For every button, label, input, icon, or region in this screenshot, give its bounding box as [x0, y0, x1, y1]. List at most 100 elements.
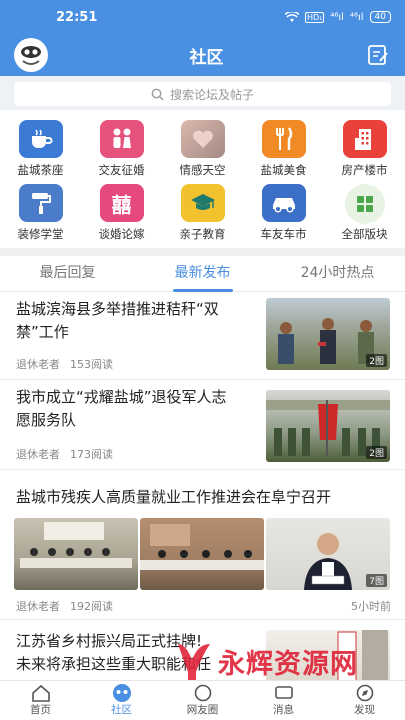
category-label: 全部版块	[341, 227, 388, 241]
post-title-line: 愿服务队	[16, 411, 77, 429]
message-icon	[273, 684, 295, 702]
post-reads: 173阅读	[70, 448, 113, 461]
post-item[interactable]: 盐城市残疾人高质量就业工作推进会在阜宁召开 7图 退休老者 192阅读 5小时前	[0, 472, 405, 620]
nav-messages[interactable]: 消息	[243, 681, 324, 720]
status-icons: HD₁ ⁴⁶ıl ⁴⁶ıl 40	[285, 11, 391, 23]
nav-friends-circle[interactable]: 网友圈	[162, 681, 243, 720]
category-food[interactable]: 盐城美食	[243, 114, 324, 178]
grid-icon	[344, 184, 385, 224]
nav-home[interactable]: 首页	[0, 681, 81, 720]
paint-roller-icon	[18, 184, 63, 222]
category-label: 房产楼市	[341, 163, 388, 177]
wifi-icon	[285, 11, 299, 22]
home-icon	[30, 684, 52, 702]
section-divider	[0, 248, 405, 256]
tab-24h-hot[interactable]: 24小时热点	[270, 256, 405, 291]
post-author: 退休老者	[16, 600, 60, 613]
graduation-cap-icon	[180, 184, 225, 222]
compose-button[interactable]	[365, 42, 391, 68]
double-happiness-icon: 囍	[99, 184, 144, 222]
friends-circle-icon	[192, 684, 214, 702]
post-title-line: 盐城滨海县多举措推进秸秆“双	[16, 300, 219, 318]
category-education[interactable]: 亲子教育	[162, 178, 243, 242]
post-reads: 153阅读	[70, 358, 113, 371]
category-label: 装修学堂	[17, 227, 64, 241]
title-bar: 社区	[0, 34, 405, 76]
search-input[interactable]: 搜索论坛及帖子	[14, 82, 391, 106]
teacup-icon	[18, 120, 63, 158]
nav-label: 社区	[111, 704, 132, 716]
post-title-line: 江苏省乡村振兴局正式挂牌!	[16, 632, 203, 650]
battery-icon: 40	[369, 11, 391, 23]
post-title-line: 未来将承担这些重大职能和任	[16, 655, 212, 673]
car-icon	[261, 184, 306, 222]
post-thumbnail	[140, 518, 264, 590]
post-thumbnail: 2图	[266, 390, 390, 462]
user-avatar-icon	[21, 46, 41, 65]
post-item[interactable]: 江苏省乡村振兴局正式挂牌! 未来将承担这些重大职能和任	[0, 622, 405, 688]
post-title: 盐城滨海县多举措推进秸秆“双 禁”工作	[16, 298, 256, 344]
status-time: 22:51	[56, 9, 98, 25]
category-label: 盐城茶座	[17, 163, 64, 177]
avatar[interactable]	[14, 38, 48, 72]
post-thumbnail: 7图	[266, 518, 390, 590]
tab-latest[interactable]: 最新发布	[135, 256, 270, 292]
feed-tabs: 最后回复 最新发布 24小时热点	[0, 256, 405, 292]
category-label: 交友征婚	[98, 163, 145, 177]
community-icon	[111, 684, 133, 702]
post-title: 盐城市残疾人高质量就业工作推进会在阜宁召开	[16, 488, 332, 506]
post-item[interactable]: 盐城滨海县多举措推进秸秆“双 禁”工作 退休老者 153阅读 2图	[0, 294, 405, 380]
post-title: 我市成立“戎耀盐城”退役军人志 愿服务队	[16, 386, 256, 432]
category-dating[interactable]: 交友征婚	[81, 114, 162, 178]
post-item[interactable]: 我市成立“戎耀盐城”退役军人志 愿服务队 退休老者 173阅读 2图	[0, 382, 405, 470]
category-cars[interactable]: 车友车市	[243, 178, 324, 242]
category-wedding[interactable]: 囍 谈婚论嫁	[81, 178, 162, 242]
post-author: 退休老者	[16, 448, 60, 461]
category-tea[interactable]: 盐城茶座	[0, 114, 81, 178]
post-title: 江苏省乡村振兴局正式挂牌! 未来将承担这些重大职能和任	[16, 630, 261, 676]
category-decoration[interactable]: 装修学堂	[0, 178, 81, 242]
post-meta: 退休老者 173阅读	[16, 446, 113, 462]
nav-label: 网友圈	[186, 704, 219, 716]
category-grid: 盐城茶座 交友征婚 情感天空 盐城美食 房产楼市 装修学堂 囍 谈婚论嫁 亲子教…	[0, 114, 405, 242]
category-all[interactable]: 全部版块	[324, 178, 405, 242]
category-emotion[interactable]: 情感天空	[162, 114, 243, 178]
page-title: 社区	[189, 47, 224, 68]
tab-last-reply[interactable]: 最后回复	[0, 256, 135, 291]
post-meta: 退休老者 192阅读	[16, 598, 113, 614]
search-placeholder: 搜索论坛及帖子	[169, 87, 254, 102]
post-title-line: 禁”工作	[16, 323, 69, 341]
couple-icon	[99, 120, 144, 158]
category-label: 情感天空	[179, 163, 226, 177]
building-icon	[342, 120, 387, 158]
love-photo-icon	[180, 120, 225, 158]
category-label: 亲子教育	[179, 227, 226, 241]
category-label: 谈婚论嫁	[98, 227, 145, 241]
nav-label: 首页	[30, 704, 51, 716]
image-count-badge: 2图	[366, 354, 387, 367]
hd-badge: HD₁	[305, 11, 325, 23]
category-realestate[interactable]: 房产楼市	[324, 114, 405, 178]
nav-discover[interactable]: 发现	[324, 681, 405, 720]
search-bar: 搜索论坛及帖子	[0, 76, 405, 110]
post-title-line: 我市成立“戎耀盐城”退役军人志	[16, 388, 227, 406]
category-label: 盐城美食	[260, 163, 307, 177]
fork-knife-icon	[261, 120, 306, 158]
nav-community[interactable]: 社区	[81, 681, 162, 720]
status-bar: 22:51 HD₁ ⁴⁶ıl ⁴⁶ıl 40	[0, 0, 405, 34]
post-thumbnail	[14, 518, 138, 590]
category-label: 车友车市	[260, 227, 307, 241]
post-reads: 192阅读	[70, 600, 113, 613]
image-count-badge: 7图	[366, 574, 387, 587]
image-count-badge: 2图	[366, 446, 387, 459]
nav-label: 消息	[273, 704, 294, 716]
app-header: 22:51 HD₁ ⁴⁶ıl ⁴⁶ıl 40 社区	[0, 0, 405, 76]
nav-label: 发现	[354, 704, 375, 716]
signal-icon-2: ⁴⁶ıl	[349, 11, 364, 23]
post-thumbnail: 2图	[266, 298, 390, 370]
edit-post-icon	[368, 45, 388, 65]
bottom-nav: 首页 社区 网友圈 消息 发现	[0, 680, 405, 720]
signal-icon-1: ⁴⁶ıl	[330, 11, 344, 23]
discover-icon	[354, 684, 376, 702]
post-author: 退休老者	[16, 358, 60, 371]
